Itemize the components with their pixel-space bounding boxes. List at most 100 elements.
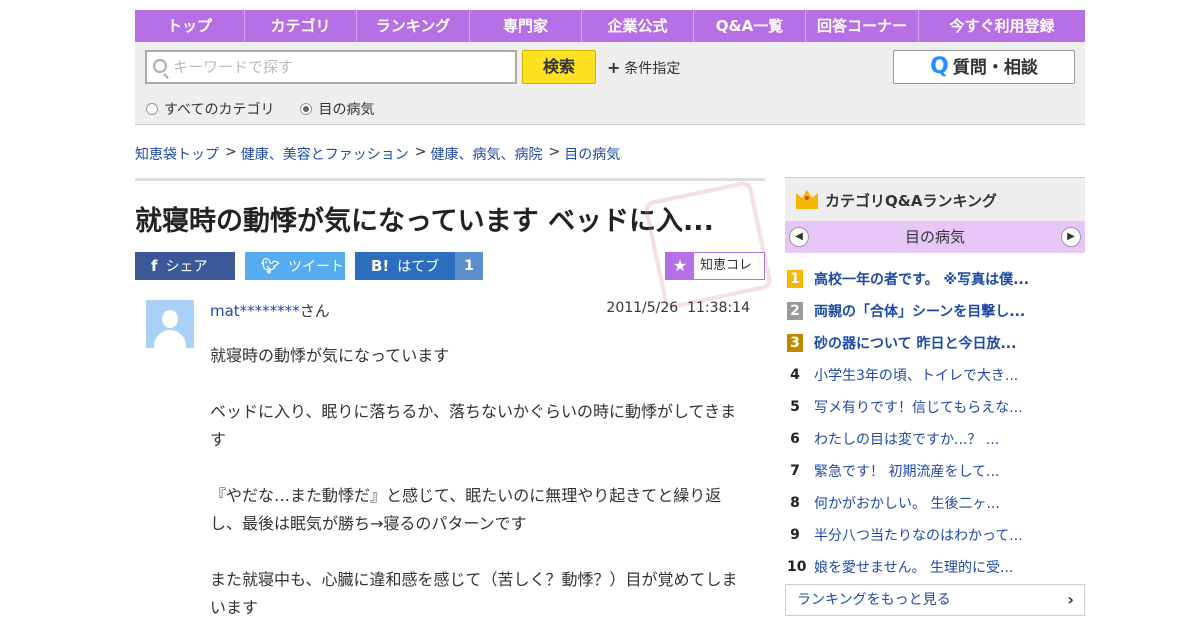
- stamp-watermark: [642, 179, 774, 311]
- rank-number: 9: [790, 527, 800, 543]
- ranking-link[interactable]: 写メ有りです！信じてもらえな...: [814, 397, 1023, 417]
- rank-number: 2: [787, 302, 803, 320]
- scope-all-categories[interactable]: すべてのカテゴリ: [146, 99, 274, 119]
- twitter-share-button[interactable]: 🐦︎ ツイート: [245, 252, 345, 280]
- breadcrumb-item[interactable]: 健康、病気、病院: [430, 144, 542, 164]
- nav-item-qa-list[interactable]: Q&A一覧: [694, 10, 806, 42]
- nav-item-register[interactable]: 今すぐ利用登録: [919, 10, 1085, 42]
- ranking-link[interactable]: 緊急です！ 初期流産をして...: [814, 461, 999, 481]
- question-paragraph: ベッドに入り、眠りに落ちるか、落ちないかぐらいの時に動悸がしてきます: [210, 402, 737, 449]
- breadcrumb-item[interactable]: 健康、美容とファッション: [241, 144, 409, 164]
- post-date-day: 2011/5/26: [606, 300, 679, 316]
- radio-button-checked[interactable]: [300, 103, 313, 115]
- hatena-label: はてブ: [397, 259, 440, 275]
- ask-question-label: 質問・相談: [952, 58, 1038, 78]
- user: mat********さん: [210, 300, 330, 321]
- ranking-link[interactable]: 小学生3年の頃、トイレで大き...: [814, 365, 1018, 385]
- breadcrumb-separator: >: [414, 144, 427, 160]
- ranking-link[interactable]: わたしの目は変ですか...？ ...: [814, 429, 999, 449]
- radio-button[interactable]: [146, 103, 158, 115]
- scope-label: 目の病気: [318, 102, 375, 118]
- rank-number: 7: [790, 463, 800, 479]
- ranking-item[interactable]: 1 高校一年の者です。 ※写真は僕...: [785, 263, 1085, 295]
- ask-question-button[interactable]: Q 質問・相談: [893, 50, 1075, 84]
- breadcrumb-separator: >: [225, 144, 237, 160]
- scope-eye-disease[interactable]: 目の病気: [300, 99, 374, 119]
- ranking-item[interactable]: 6 わたしの目は変ですか...？ ...: [785, 423, 1085, 455]
- question-paragraph: 『やだな…また動悸だ』と感じて、眠たいのに無理やり起きてと繰り返し、最後は眠気が…: [210, 486, 722, 533]
- breadcrumb-separator: >: [548, 144, 561, 160]
- question-paragraph: 就寝時の動悸が気になっています: [210, 346, 450, 365]
- question-body: 就寝時の動悸が気になっています ベッドに入り、眠りに落ちるか、落ちないかぐらいの…: [210, 342, 745, 630]
- divider: [135, 178, 765, 181]
- nav-item-answer-corner[interactable]: 回答コーナー: [806, 10, 919, 42]
- twitter-share-label: ツイート: [288, 259, 345, 275]
- ranking-sidebar: カテゴリQ&Aランキング ◀ 目の病気 ▶ 1 高校一年の者です。 ※写真は僕.…: [785, 177, 1085, 616]
- star-icon: ★: [666, 253, 694, 279]
- facebook-icon: f: [151, 257, 158, 275]
- condition-link[interactable]: + 条件指定: [607, 58, 680, 78]
- ranking-link[interactable]: 高校一年の者です。 ※写真は僕...: [814, 269, 1029, 289]
- ranking-item[interactable]: 10 娘を愛せません。 生理的に受...: [785, 551, 1085, 583]
- question-q-icon: Q: [930, 54, 949, 79]
- ranking-link[interactable]: 砂の器について 昨日と今日放...: [814, 333, 1016, 353]
- ranking-link[interactable]: 何かがおかしい。 生後二ヶ...: [814, 493, 1000, 513]
- search-input[interactable]: [173, 56, 503, 78]
- chevron-right-icon: ›: [1067, 590, 1074, 609]
- ranking-item[interactable]: 9 半分八つ当たりなのはわかって...: [785, 519, 1085, 551]
- search-icon: [153, 59, 167, 73]
- user-name[interactable]: mat********: [210, 302, 300, 320]
- scope-label: すべてのカテゴリ: [164, 102, 275, 118]
- facebook-share-button[interactable]: f シェア: [135, 252, 235, 280]
- plus-icon: +: [607, 58, 621, 77]
- breadcrumb-item[interactable]: 知恵袋トップ: [135, 144, 219, 164]
- rank-number: 5: [790, 399, 800, 415]
- global-nav: トップ カテゴリ ランキング 専門家 企業公式 Q&A一覧 回答コーナー 今すぐ…: [135, 10, 1085, 42]
- ranking-item[interactable]: 4 小学生3年の頃、トイレで大き...: [785, 359, 1085, 391]
- page: トップ カテゴリ ランキング 専門家 企業公式 Q&A一覧 回答コーナー 今すぐ…: [135, 10, 1085, 617]
- breadcrumb-item[interactable]: 目の病気: [564, 144, 620, 164]
- chiekore-label: 知恵コレ: [700, 258, 753, 273]
- ranking-item[interactable]: 8 何かがおかしい。 生後二ヶ...: [785, 487, 1085, 519]
- ranking-link[interactable]: 娘を愛せません。 生理的に受...: [814, 557, 1013, 577]
- search-area: 検索 +条件指定 Q質問・相談 すべてのカテゴリ 目の病気: [135, 42, 1085, 125]
- search-box[interactable]: [145, 50, 517, 84]
- condition-label: 条件指定: [624, 61, 681, 77]
- search-button[interactable]: 検索: [522, 50, 596, 84]
- nav-item-top[interactable]: トップ: [135, 10, 245, 42]
- ranking-more-link[interactable]: ランキングをもっと見る ›: [785, 584, 1085, 616]
- breadcrumb: 知恵袋トップ > 健康、美容とファッション > 健康、病気、病院 > 目の病気: [135, 144, 620, 164]
- ranking-category: 目の病気: [904, 228, 965, 246]
- next-arrow-icon[interactable]: ▶: [1061, 227, 1081, 247]
- chiekore-button[interactable]: ★ 知恵コレ: [665, 252, 765, 280]
- ranking-title: カテゴリQ&Aランキング: [825, 192, 997, 210]
- ranking-item[interactable]: 2 両親の「合体」シーンを目撃し...: [785, 295, 1085, 327]
- nav-item-official[interactable]: 企業公式: [582, 10, 694, 42]
- nav-item-ranking[interactable]: ランキング: [357, 10, 470, 42]
- ranking-item[interactable]: 5 写メ有りです！信じてもらえな...: [785, 391, 1085, 423]
- question-main: 就寝時の動悸が気になっています ベッドに入... f シェア 🐦︎ ツイート B! は…: [135, 178, 774, 617]
- ranking-link[interactable]: 両親の「合体」シーンを目撃し...: [814, 301, 1025, 321]
- ranking-link[interactable]: 半分八つ当たりなのはわかって...: [814, 525, 1023, 545]
- hatena-count: 1: [455, 252, 483, 280]
- rank-number: 10: [787, 559, 807, 575]
- rank-number: 6: [790, 431, 800, 447]
- nav-item-category[interactable]: カテゴリ: [245, 10, 357, 42]
- avatar[interactable]: [146, 300, 194, 348]
- share-row: f シェア 🐦︎ ツイート B! はてブ 1 ★ 知恵コレ: [135, 179, 774, 311]
- post-date-time: 11:38:14: [687, 300, 750, 316]
- hatena-b-icon: B!: [371, 257, 390, 275]
- crown-icon: [796, 190, 818, 209]
- ranking-item[interactable]: 7 緊急です！ 初期流産をして...: [785, 455, 1085, 487]
- prev-arrow-icon[interactable]: ◀: [789, 227, 809, 247]
- rank-number: 3: [787, 334, 803, 352]
- post-date: 2011/5/26 11:38:14: [606, 300, 750, 316]
- ranking-list: 1 高校一年の者です。 ※写真は僕... 2 両親の「合体」シーンを目撃し...…: [785, 263, 1085, 583]
- ranking-more-label: ランキングをもっと見る: [797, 592, 951, 608]
- user-suffix: さん: [299, 302, 330, 320]
- search-scope: すべてのカテゴリ 目の病気: [146, 99, 400, 119]
- nav-item-expert[interactable]: 専門家: [470, 10, 582, 42]
- question-paragraph: また就寝中も、心臓に違和感を感じて（苦しく？動悸？）目が覚めてしまいます: [210, 570, 738, 617]
- hatena-bookmark-button[interactable]: B! はてブ 1: [355, 252, 483, 280]
- ranking-item[interactable]: 3 砂の器について 昨日と今日放...: [785, 327, 1085, 359]
